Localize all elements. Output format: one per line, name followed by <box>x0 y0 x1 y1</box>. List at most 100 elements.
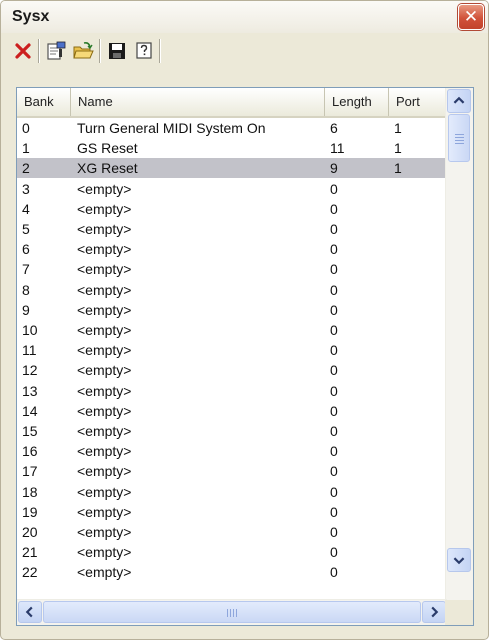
close-button[interactable]: ✕ <box>458 4 484 30</box>
scrollbar-corner <box>445 600 473 625</box>
bank-cell: 0 <box>22 120 30 136</box>
length-cell: 0 <box>330 221 338 237</box>
chevron-right-icon <box>431 606 439 618</box>
table-row[interactable]: 5 <empty> 0 <box>17 219 446 239</box>
save-button[interactable] <box>106 40 128 62</box>
scroll-down-button[interactable] <box>447 548 471 572</box>
table-row[interactable]: 9 <empty> 0 <box>17 300 446 320</box>
name-cell: <empty> <box>77 282 132 298</box>
table-row[interactable]: 19 <empty> 0 <box>17 502 446 522</box>
name-cell: <empty> <box>77 342 132 358</box>
length-cell: 0 <box>330 362 338 378</box>
toolbar <box>10 37 230 65</box>
name-cell: <empty> <box>77 241 132 257</box>
chevron-up-icon <box>453 96 465 104</box>
properties-button[interactable] <box>45 40 67 62</box>
scroll-right-button[interactable] <box>422 601 446 623</box>
list-header: Bank Name Length Port <box>17 88 446 118</box>
horizontal-scrollbar[interactable] <box>17 599 447 625</box>
table-row[interactable]: 10 <empty> 0 <box>17 320 446 340</box>
bank-cell: 8 <box>22 282 30 298</box>
help-icon <box>136 42 152 59</box>
save-icon <box>109 43 125 59</box>
name-cell: <empty> <box>77 504 132 520</box>
chevron-down-icon <box>453 557 465 565</box>
length-cell: 0 <box>330 342 338 358</box>
port-cell: 1 <box>394 120 402 136</box>
vertical-scrollbar[interactable] <box>445 88 473 600</box>
toolbar-separator <box>99 39 101 63</box>
bank-cell: 6 <box>22 241 30 257</box>
column-header-length[interactable]: Length <box>325 88 389 116</box>
length-cell: 0 <box>330 443 338 459</box>
length-cell: 0 <box>330 544 338 560</box>
bank-cell: 2 <box>22 160 30 176</box>
bank-cell: 16 <box>22 443 38 459</box>
table-row[interactable]: 11 <empty> 0 <box>17 340 446 360</box>
length-cell: 0 <box>330 504 338 520</box>
bank-cell: 20 <box>22 524 38 540</box>
name-cell: <empty> <box>77 221 132 237</box>
table-row[interactable]: 2 XG Reset 9 1 <box>17 158 446 178</box>
length-cell: 0 <box>330 201 338 217</box>
scroll-left-button[interactable] <box>18 601 42 623</box>
length-cell: 0 <box>330 564 338 580</box>
bank-cell: 12 <box>22 362 38 378</box>
table-row[interactable]: 0 Turn General MIDI System On 6 1 <box>17 118 446 138</box>
length-cell: 0 <box>330 423 338 439</box>
table-row[interactable]: 1 GS Reset 11 1 <box>17 138 446 158</box>
chevron-left-icon <box>25 606 33 618</box>
table-row[interactable]: 3 <empty> 0 <box>17 179 446 199</box>
table-row[interactable]: 15 <empty> 0 <box>17 421 446 441</box>
name-cell: <empty> <box>77 302 132 318</box>
length-cell: 0 <box>330 463 338 479</box>
column-header-bank[interactable]: Bank <box>17 88 71 116</box>
table-row[interactable]: 18 <empty> 0 <box>17 482 446 502</box>
open-folder-icon <box>73 42 94 59</box>
title-bar[interactable]: Sysx ✕ <box>1 1 488 33</box>
name-cell: <empty> <box>77 383 132 399</box>
vertical-scroll-thumb[interactable] <box>448 114 470 162</box>
sysx-list[interactable]: Bank Name Length Port 0 Turn General MIDI… <box>16 87 474 626</box>
table-row[interactable]: 4 <empty> 0 <box>17 199 446 219</box>
name-cell: Turn General MIDI System On <box>77 120 266 136</box>
table-row[interactable]: 12 <empty> 0 <box>17 360 446 380</box>
name-cell: <empty> <box>77 261 132 277</box>
table-row[interactable]: 16 <empty> 0 <box>17 441 446 461</box>
table-row[interactable]: 8 <empty> 0 <box>17 280 446 300</box>
bank-cell: 18 <box>22 484 38 500</box>
name-cell: <empty> <box>77 423 132 439</box>
table-row[interactable]: 17 <empty> 0 <box>17 461 446 481</box>
column-header-port[interactable]: Port <box>389 88 446 116</box>
length-cell: 0 <box>330 322 338 338</box>
bank-cell: 17 <box>22 463 38 479</box>
length-cell: 6 <box>330 120 338 136</box>
column-header-name[interactable]: Name <box>71 88 325 116</box>
length-cell: 0 <box>330 383 338 399</box>
length-cell: 0 <box>330 241 338 257</box>
table-row[interactable]: 6 <empty> 0 <box>17 239 446 259</box>
open-button[interactable] <box>72 40 94 62</box>
bank-cell: 9 <box>22 302 30 318</box>
table-row[interactable]: 20 <empty> 0 <box>17 522 446 542</box>
sysx-window: Sysx ✕ Bank Name Length Port 0 Turn Gene… <box>0 0 489 640</box>
port-cell: 1 <box>394 140 402 156</box>
table-row[interactable]: 22 <empty> 0 <box>17 562 446 582</box>
bank-cell: 5 <box>22 221 30 237</box>
table-row[interactable]: 14 <empty> 0 <box>17 401 446 421</box>
delete-button[interactable] <box>12 40 34 62</box>
length-cell: 0 <box>330 403 338 419</box>
table-row[interactable]: 21 <empty> 0 <box>17 542 446 562</box>
table-row[interactable]: 13 <empty> 0 <box>17 381 446 401</box>
toolbar-separator <box>38 39 40 63</box>
list-rows: 0 Turn General MIDI System On 6 1 1 GS Reset 1… <box>17 118 446 601</box>
name-cell: <empty> <box>77 443 132 459</box>
table-row[interactable]: 7 <empty> 0 <box>17 259 446 279</box>
bank-cell: 22 <box>22 564 38 580</box>
help-button[interactable] <box>133 40 155 62</box>
bank-cell: 21 <box>22 544 38 560</box>
horizontal-scroll-thumb[interactable] <box>43 601 421 623</box>
bank-cell: 14 <box>22 403 38 419</box>
scroll-up-button[interactable] <box>447 89 471 113</box>
length-cell: 11 <box>330 140 345 156</box>
